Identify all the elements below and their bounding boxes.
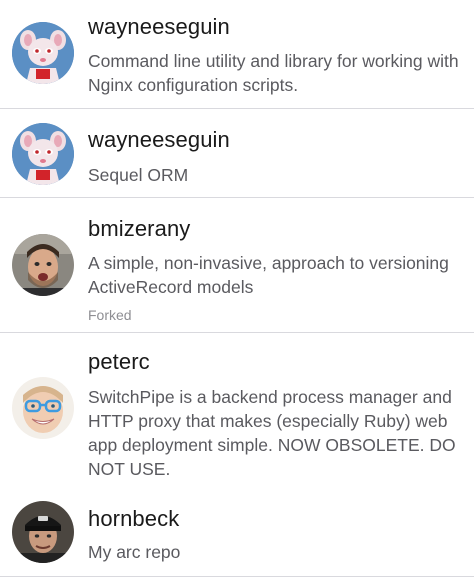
repo-text: wayneeseguin Sequel ORM xyxy=(88,126,464,187)
repo-description: A simple, non-invasive, approach to vers… xyxy=(88,253,449,297)
repo-owner-name[interactable]: hornbeck xyxy=(88,505,464,533)
repo-text: peterc SwitchPipe is a backend process m… xyxy=(88,348,464,481)
user-photo-avatar-icon[interactable] xyxy=(12,234,74,296)
repo-row[interactable]: wayneeseguin Command line utility and li… xyxy=(0,0,474,109)
repo-description: Command line utility and library for wor… xyxy=(88,51,459,95)
repo-owner-name[interactable]: peterc xyxy=(88,348,464,376)
repo-owner-name[interactable]: wayneeseguin xyxy=(88,126,464,154)
forked-label: Forked xyxy=(88,307,132,323)
pinky-and-brain-avatar-icon[interactable] xyxy=(12,123,74,185)
repo-owner-name[interactable]: bmizerany xyxy=(88,215,464,243)
repo-text: wayneeseguin Command line utility and li… xyxy=(88,13,464,97)
repo-row[interactable]: hornbeck My arc repo xyxy=(0,487,474,577)
pinky-and-brain-avatar-icon[interactable] xyxy=(12,22,74,84)
repo-text: bmizerany A simple, non-invasive, approa… xyxy=(88,215,464,324)
user-photo-avatar-icon[interactable] xyxy=(12,377,74,439)
repo-description: SwitchPipe is a backend process manager … xyxy=(88,387,456,479)
repo-row[interactable]: peterc SwitchPipe is a backend process m… xyxy=(0,333,474,487)
repo-row[interactable]: bmizerany A simple, non-invasive, approa… xyxy=(0,198,474,333)
repo-description: Sequel ORM xyxy=(88,165,189,185)
repo-text: hornbeck My arc repo xyxy=(88,505,464,564)
user-photo-avatar-icon[interactable] xyxy=(12,501,74,563)
repo-description: My arc repo xyxy=(88,542,181,562)
repo-owner-name[interactable]: wayneeseguin xyxy=(88,13,464,41)
repo-row[interactable]: wayneeseguin Sequel ORM xyxy=(0,109,474,198)
repository-list: wayneeseguin Command line utility and li… xyxy=(0,0,474,583)
